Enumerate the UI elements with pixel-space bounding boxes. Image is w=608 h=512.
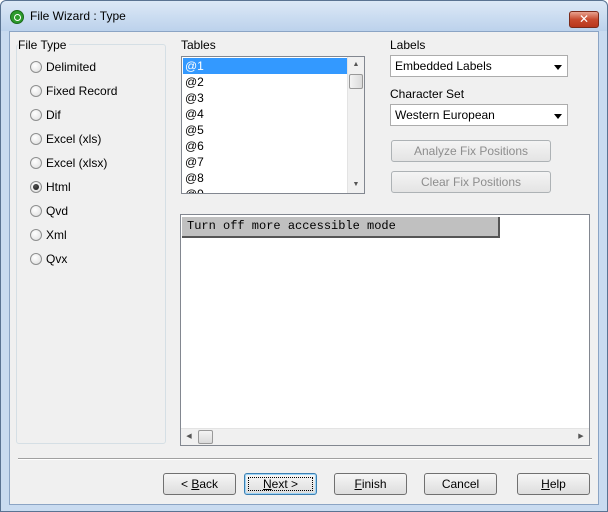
radio-label: Xml bbox=[46, 228, 67, 242]
radio-label: Html bbox=[46, 180, 71, 194]
list-item[interactable]: @5 bbox=[183, 122, 347, 138]
list-item[interactable]: @7 bbox=[183, 154, 347, 170]
dropdown-arrow-icon bbox=[554, 65, 562, 70]
radio-label: Qvd bbox=[46, 204, 69, 218]
scroll-right-arrow-icon[interactable]: ▶ bbox=[573, 429, 589, 445]
back-button[interactable]: < Back bbox=[163, 473, 236, 495]
next-button[interactable]: Next > bbox=[244, 473, 317, 495]
radio-button-icon[interactable] bbox=[30, 109, 42, 121]
qlikview-app-icon bbox=[10, 10, 24, 24]
data-preview-pane[interactable]: Turn off more accessible mode ◀ ▶ bbox=[180, 214, 590, 446]
file-wizard-window: File Wizard : Type ✕ File Type Delimited… bbox=[0, 0, 608, 512]
clear-fix-positions-button[interactable]: Clear Fix Positions bbox=[391, 171, 551, 193]
radio-button-icon[interactable] bbox=[30, 181, 42, 193]
character-set-dropdown[interactable]: Western European bbox=[390, 104, 568, 126]
help-button[interactable]: Help bbox=[517, 473, 590, 495]
scroll-down-arrow-icon[interactable]: ▼ bbox=[348, 177, 364, 193]
scroll-left-arrow-icon[interactable]: ◀ bbox=[181, 429, 197, 445]
list-item[interactable]: @6 bbox=[183, 138, 347, 154]
scroll-up-arrow-icon[interactable]: ▲ bbox=[348, 57, 364, 73]
radio-button-icon[interactable] bbox=[30, 229, 42, 241]
preview-scroll-thumb[interactable] bbox=[198, 430, 213, 444]
help-button-label: elp bbox=[549, 477, 566, 491]
list-item[interactable]: @2 bbox=[183, 74, 347, 90]
radio-label: Excel (xls) bbox=[46, 132, 102, 146]
radio-label: Dif bbox=[46, 108, 61, 122]
file-type-label: File Type bbox=[18, 38, 70, 52]
dialog-client-area: File Type Delimited Fixed Record Dif Excel … bbox=[9, 31, 599, 505]
radio-label: Qvx bbox=[46, 252, 68, 266]
list-item[interactable]: @3 bbox=[183, 90, 347, 106]
character-set-dropdown-value: Western European bbox=[395, 108, 495, 122]
tables-scroll-thumb[interactable] bbox=[349, 74, 363, 89]
list-item[interactable]: @8 bbox=[183, 170, 347, 186]
labels-dropdown-value: Embedded Labels bbox=[395, 59, 492, 73]
cancel-button[interactable]: Cancel bbox=[424, 473, 497, 495]
focus-ring bbox=[248, 477, 313, 491]
preview-cell[interactable]: Turn off more accessible mode bbox=[182, 217, 500, 238]
radio-button-icon[interactable] bbox=[30, 61, 42, 73]
radio-button-icon[interactable] bbox=[30, 205, 42, 217]
analyze-fix-positions-button[interactable]: Analyze Fix Positions bbox=[391, 140, 551, 162]
list-item[interactable]: @1 bbox=[183, 58, 347, 74]
radio-button-icon[interactable] bbox=[30, 133, 42, 145]
window-title: File Wizard : Type bbox=[30, 9, 126, 23]
finish-button[interactable]: Finish bbox=[334, 473, 407, 495]
labels-label: Labels bbox=[390, 38, 426, 52]
radio-label: Delimited bbox=[46, 60, 97, 74]
list-item[interactable]: @4 bbox=[183, 106, 347, 122]
tables-listbox[interactable]: @1 @2 @3 @4 @5 @6 @7 @8 @9 ▲ ▼ bbox=[181, 56, 365, 194]
labels-dropdown[interactable]: Embedded Labels bbox=[390, 55, 568, 77]
tables-label: Tables bbox=[181, 38, 216, 52]
tables-vertical-scrollbar[interactable]: ▲ ▼ bbox=[347, 57, 364, 193]
finish-button-label: inish bbox=[361, 477, 387, 491]
character-set-label: Character Set bbox=[390, 87, 465, 101]
radio-button-icon[interactable] bbox=[30, 157, 42, 169]
back-button-label: ack bbox=[199, 477, 219, 491]
back-button-prefix: < bbox=[180, 477, 192, 491]
help-button-mnemonic: H bbox=[541, 477, 550, 491]
preview-horizontal-scrollbar[interactable]: ◀ ▶ bbox=[181, 428, 589, 445]
finish-button-mnemonic: F bbox=[354, 477, 362, 491]
radio-label: Excel (xlsx) bbox=[46, 156, 108, 170]
footer-divider bbox=[18, 458, 592, 460]
radio-label: Fixed Record bbox=[46, 84, 118, 98]
radio-button-icon[interactable] bbox=[30, 85, 42, 97]
file-type-group bbox=[16, 44, 166, 444]
title-bar[interactable]: File Wizard : Type ✕ bbox=[1, 1, 607, 31]
close-button[interactable]: ✕ bbox=[569, 11, 599, 28]
list-item[interactable]: @9 bbox=[183, 186, 347, 193]
radio-button-icon[interactable] bbox=[30, 253, 42, 265]
dropdown-arrow-icon bbox=[554, 114, 562, 119]
